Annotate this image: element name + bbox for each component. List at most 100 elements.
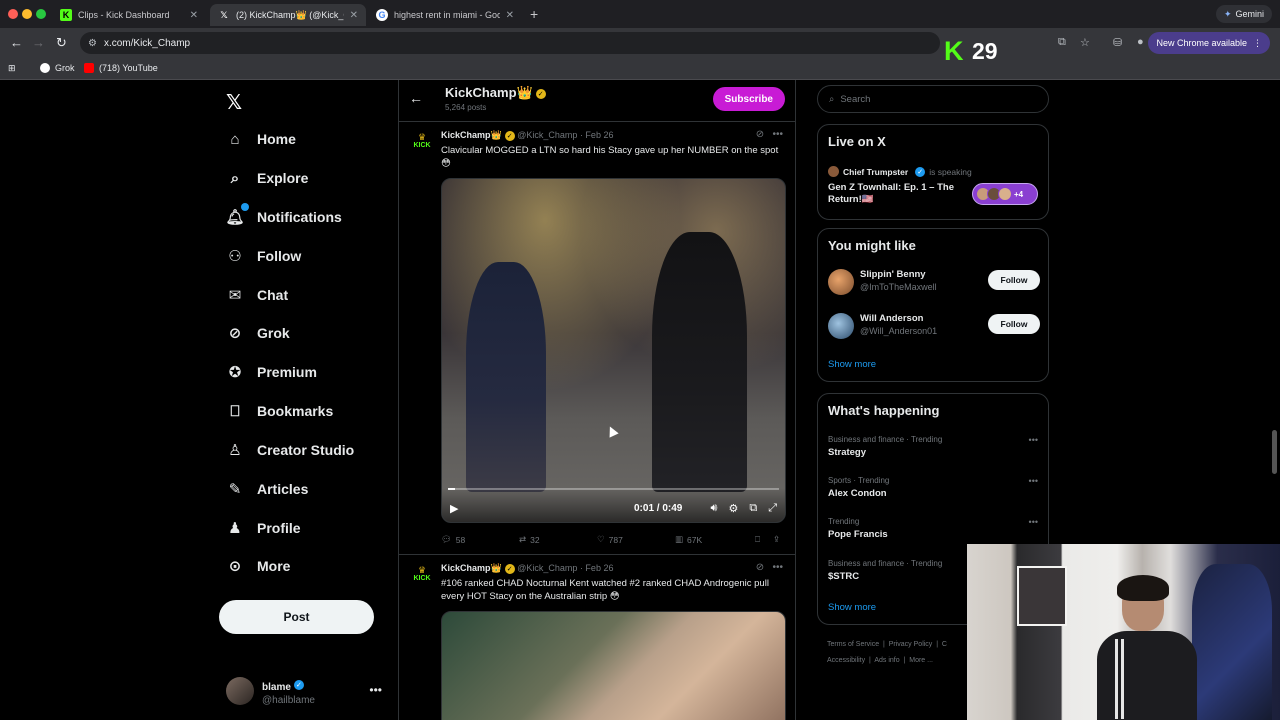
close-tab-icon[interactable]: ✕ [506,10,514,21]
speakers-pill[interactable]: +4 [972,183,1038,205]
trend-item[interactable]: Sports · Trending Alex Condon ••• [828,476,1040,499]
kebab-menu-icon[interactable]: ⋮ [1253,38,1262,49]
extensions-icon[interactable]: ⛁ [1113,36,1122,49]
footer-link[interactable]: Ads info [874,657,899,664]
forward-icon[interactable]: → [32,35,45,50]
nav-follow[interactable]: ⚇ Follow [226,247,301,265]
tweet-video[interactable] [441,611,786,720]
host-status: is speaking [929,166,972,177]
post-button[interactable]: Post [219,600,374,634]
new-tab-button[interactable]: + [530,6,538,22]
settings-icon[interactable]: ⚙ [728,502,738,515]
show-more-link[interactable]: Show more [828,602,876,613]
close-tab-icon[interactable]: ✕ [350,10,358,21]
video-control-icons: 🔊︎ ⚙ ⧉ ⤢ [711,502,777,515]
tweet-author-name[interactable]: KickChamp👑 [441,563,502,573]
volume-icon[interactable]: 🔊︎ [711,502,718,515]
reload-icon[interactable]: ↻ [56,35,67,51]
repost-button[interactable]: ⇄ 32 [519,534,597,545]
space-title[interactable]: Gen Z Townhall: Ep. 1 – The Return!🇺🇸 [828,182,968,206]
footer-link[interactable]: Terms of Service [827,641,879,648]
search-input[interactable]: ⌕ Search [817,85,1049,113]
footer-link[interactable]: C [942,641,947,648]
pip-icon[interactable]: ⧉ [749,502,757,515]
tab-google-search[interactable]: G highest rent in miami - Googl ✕ [368,4,522,26]
subscribe-button[interactable]: Subscribe [712,87,785,111]
tweet-author-name[interactable]: KickChamp👑 [441,130,502,140]
site-info-icon[interactable]: ⚙ [88,38,97,49]
grok-explain-icon[interactable]: ⊘ [756,562,764,573]
nav-profile[interactable]: ♟ Profile [226,519,300,537]
more-options-icon[interactable]: ••• [1029,435,1038,445]
star-icon[interactable]: ☆ [1080,36,1090,49]
bookmark-youtube[interactable]: (718) YouTube [84,63,158,73]
nav-articles[interactable]: ✎ Articles [226,480,309,498]
grok-explain-icon[interactable]: ⊘ [756,129,764,140]
account-handle: @hailblame [262,694,315,706]
nav-more[interactable]: ⊙ More [226,557,291,575]
maximize-window-button[interactable] [36,9,46,19]
profile-avatar-icon[interactable]: ● [1137,36,1144,48]
show-more-link[interactable]: Show more [828,359,876,370]
footer-link[interactable]: Privacy Policy [889,641,933,648]
minimize-window-button[interactable] [22,9,32,19]
gemini-button[interactable]: ✦ Gemini [1215,5,1272,23]
tweet-date[interactable]: · Feb 26 [580,130,614,140]
suggestion-item[interactable]: Will Anderson @Will_Anderson01 Follow [828,311,1040,343]
more-options-icon[interactable]: ••• [772,562,783,573]
live-host[interactable]: Chief Trumpster ✓ is speaking [828,166,972,177]
back-icon[interactable]: ← [10,35,23,50]
page-scrollbar[interactable] [1272,430,1277,474]
trend-item[interactable]: Trending Pope Francis ••• [828,517,1040,540]
like-button[interactable]: ♡ 787 [597,534,675,545]
close-window-button[interactable] [8,9,18,19]
reply-button[interactable]: 💬︎ 58 [441,534,519,545]
google-icon: G [376,9,388,21]
more-options-icon[interactable]: ••• [369,683,382,697]
address-bar[interactable]: ⚙ x.com/Kick_Champ [80,32,940,54]
views-button[interactable]: ▥ 67K [675,534,755,545]
tweet-handle[interactable]: @Kick_Champ [517,563,577,573]
tweet-date[interactable]: · Feb 26 [580,563,614,573]
fullscreen-icon[interactable]: ⤢ [768,502,777,515]
more-options-icon[interactable]: ••• [1029,517,1038,527]
bookmark-button[interactable]: ⎕ [755,534,773,545]
nav-explore[interactable]: ⌕ Explore [226,169,309,187]
tweet-video[interactable]: ▶ 0:01 / 0:49 🔊︎ ⚙ ⧉ ⤢ [441,178,786,523]
new-chrome-available-button[interactable]: New Chrome available ⋮ [1148,32,1270,54]
suggestion-item[interactable]: Slippin' Benny @ImToTheMaxwell Follow [828,267,1040,299]
nav-chat[interactable]: ✉ Chat [226,286,288,304]
follow-button[interactable]: Follow [988,314,1040,334]
x-logo-icon[interactable]: 𝕏 [226,90,242,115]
more-options-icon[interactable]: ••• [1029,476,1038,486]
nav-grok[interactable]: ⊘ Grok [226,324,290,342]
extra-speakers-count: +4 [1014,189,1024,199]
tweet[interactable]: ♛ KICK KickChamp👑 ✓ @Kick_Champ · Feb 26 … [399,122,795,554]
account-switcher[interactable]: blame ✓ @hailblame ••• [226,676,386,706]
nav-home[interactable]: ⌂ Home [226,130,295,148]
nav-premium[interactable]: ✪ Premium [226,363,317,381]
more-options-icon[interactable]: ••• [772,129,783,140]
suggestions-title: You might like [828,238,916,253]
follow-button[interactable]: Follow [988,270,1040,290]
footer-link[interactable]: More ... [909,657,933,664]
share-button[interactable]: ⇪ [773,534,780,545]
apps-icon[interactable]: ⊞ [8,63,16,74]
back-arrow-icon[interactable]: ← [409,90,423,106]
nav-bookmarks[interactable]: ⎕ Bookmarks [226,402,333,420]
kick-champ-avatar[interactable]: ♛ KICK [411,130,433,152]
footer-link[interactable]: Accessibility [827,657,865,664]
nav-notifications[interactable]: 🔔︎ Notifications [225,203,342,226]
tweet-handle[interactable]: @Kick_Champ [517,130,577,140]
repost-count: 32 [530,534,540,545]
bookmark-grok[interactable]: Grok [40,63,75,73]
cast-icon[interactable]: ⧉ [1058,36,1066,49]
nav-creator-studio[interactable]: ♙ Creator Studio [226,441,354,459]
tab-kick-dashboard[interactable]: K Clips - Kick Dashboard ✕ [52,4,206,26]
kick-champ-avatar[interactable]: ♛ KICK [411,563,433,585]
tweet[interactable]: ♛ KICK KickChamp👑 ✓ @Kick_Champ · Feb 26 … [399,555,795,720]
play-icon[interactable]: ▶ [450,502,458,515]
close-tab-icon[interactable]: ✕ [190,10,198,21]
tab-x-profile[interactable]: 𝕏 (2) KickChamp👑 (@Kick_Ch ✕ [210,4,366,26]
trend-item[interactable]: Business and finance · Trending Strategy… [828,435,1040,458]
